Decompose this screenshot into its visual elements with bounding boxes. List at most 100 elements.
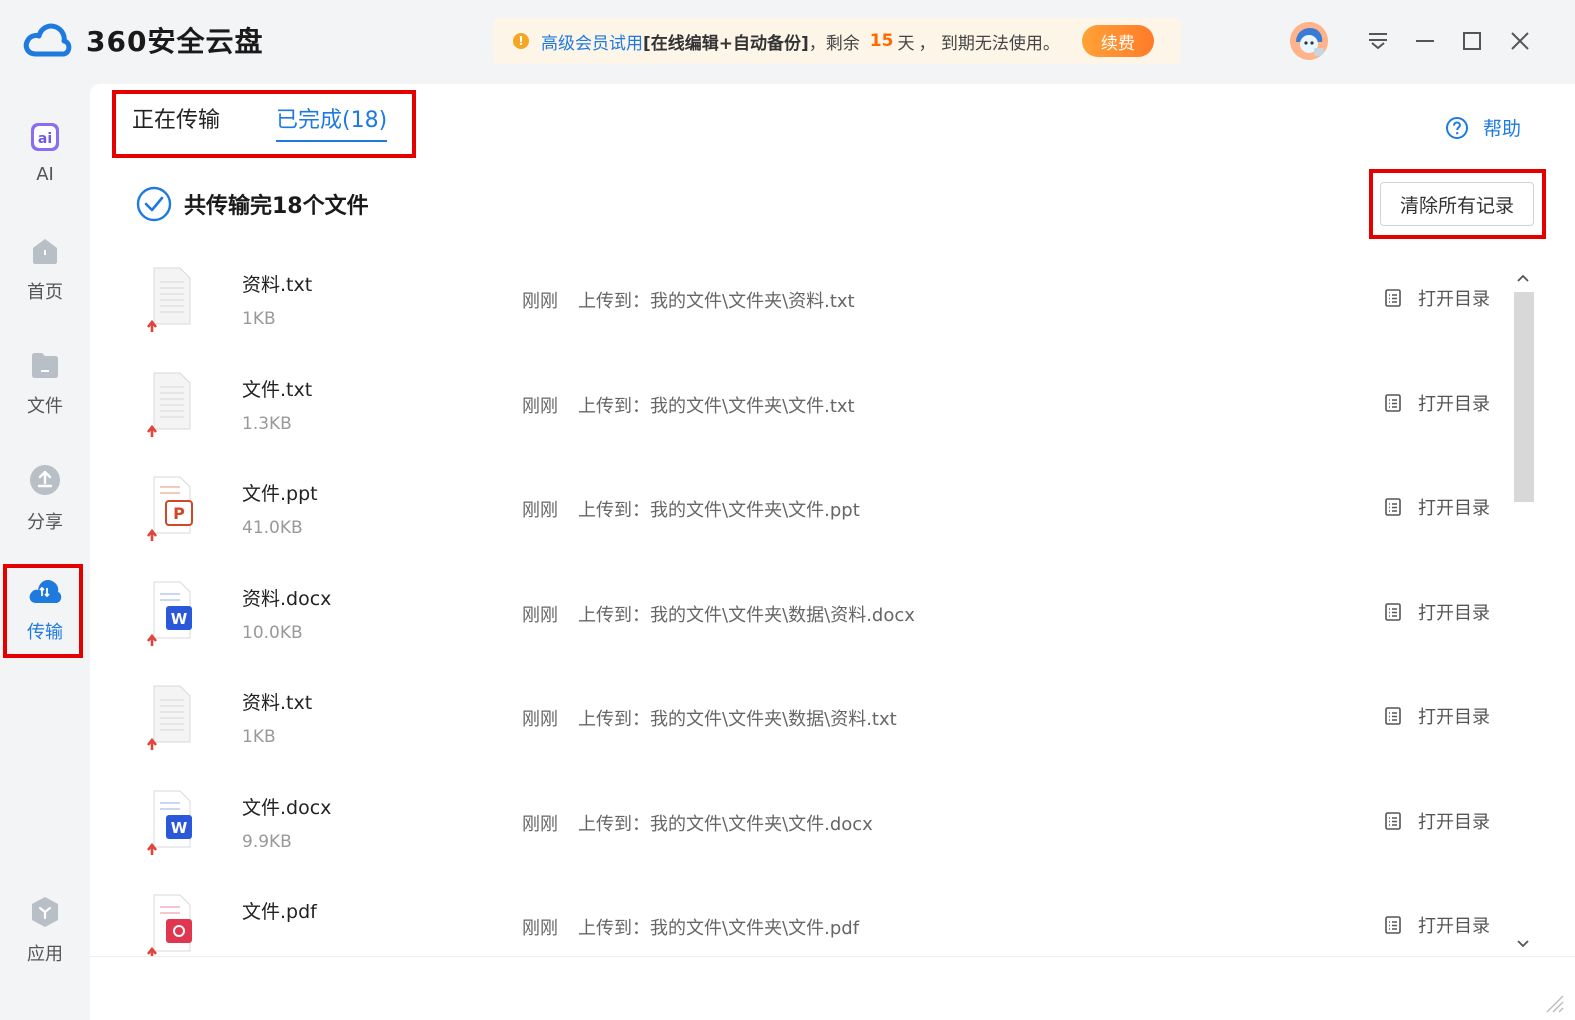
sidebar-item-ai[interactable]: ai AI [0, 122, 90, 185]
upload-destination: 上传到：我的文件\文件夹\文件.docx [578, 813, 873, 835]
transfer-time: 刚刚 [522, 395, 558, 417]
svg-text:W: W [171, 610, 188, 628]
svg-text:P: P [173, 504, 185, 523]
txt-file-icon [146, 684, 196, 754]
file-name: 文件.docx [242, 796, 332, 819]
share-icon [30, 465, 60, 495]
close-icon[interactable] [1507, 28, 1533, 54]
highlight-box-clear [1369, 169, 1546, 239]
home-icon [33, 239, 57, 264]
txt-file-icon [146, 266, 196, 336]
open-directory-icon [1385, 916, 1401, 934]
transfer-time: 刚刚 [522, 813, 558, 835]
renew-button[interactable]: 续费 [1081, 25, 1154, 57]
upload-destination: 上传到：我的文件\文件夹\文件.ppt [578, 500, 860, 521]
bottom-status-area [90, 956, 1575, 1020]
file-size: 10.0KB [242, 622, 303, 643]
resize-grip-icon[interactable] [1543, 992, 1565, 1014]
file-row[interactable]: P 文件.ppt 41.0KB 刚刚 上传到：我的文件\文件夹\文件.ppt 打开目录 [90, 461, 1510, 565]
promo-days-unit: 天 [897, 33, 915, 54]
transfer-time: 刚刚 [522, 604, 558, 626]
open-directory-icon [1385, 602, 1401, 621]
sidebar-label-share: 分享 [27, 512, 63, 533]
avatar[interactable] [1290, 22, 1328, 60]
open-directory-label: 打开目录 [1418, 498, 1490, 519]
folder-icon [32, 353, 58, 378]
promo-days: 15 [869, 31, 894, 51]
file-size: 1KB [242, 309, 276, 329]
open-directory-button[interactable]: 打开目录 [1384, 494, 1490, 520]
open-directory-button[interactable]: 打开目录 [1384, 285, 1490, 311]
open-directory-button[interactable]: 打开目录 [1384, 912, 1490, 938]
file-size: 9.9KB [242, 831, 292, 852]
help-label: 帮助 [1482, 118, 1521, 140]
trial-banner: ! 高级会员试用 [在线编辑+自动备份] ，剩余 15 天 ， 到期无法使用。 … [493, 18, 1181, 64]
file-row[interactable]: 资料.txt 1KB 刚刚 上传到：我的文件\文件夹\数据\资料.txt 打开目录 [90, 670, 1510, 774]
sidebar-label-apps: 应用 [27, 944, 63, 965]
cloud-logo-icon [23, 23, 72, 57]
file-row[interactable]: 文件.txt 1.3KB 刚刚 上传到：我的文件\文件夹\文件.txt 打开目录 [90, 357, 1510, 461]
menu-icon[interactable] [1365, 28, 1391, 54]
word-file-icon: W [146, 580, 196, 650]
file-list: 资料.txt 1KB 刚刚 上传到：我的文件\文件夹\资料.txt 打开目录 文件.txt… [90, 252, 1510, 956]
transfer-time: 刚刚 [522, 709, 558, 730]
scroll-up-icon[interactable] [1510, 268, 1536, 288]
sidebar: ai AI 首页 文件 分享 传输 应用 [0, 84, 90, 1020]
promo-prefix[interactable]: 高级会员试用 [541, 29, 643, 54]
upload-destination: 上传到：我的文件\文件夹\数据\资料.txt [578, 709, 897, 730]
sidebar-item-home[interactable]: 首页 [0, 236, 90, 304]
open-directory-button[interactable]: 打开目录 [1384, 599, 1490, 625]
file-name: 文件.pdf [242, 901, 317, 923]
sidebar-label-home: 首页 [27, 282, 63, 303]
file-row[interactable]: W 资料.docx 10.0KB 刚刚 上传到：我的文件\文件夹\数据\资料.docx 打… [90, 566, 1510, 670]
check-circle-icon [136, 186, 172, 222]
file-row[interactable]: 资料.txt 1KB 刚刚 上传到：我的文件\文件夹\资料.txt 打开目录 [90, 252, 1510, 356]
open-directory-button[interactable]: 打开目录 [1384, 390, 1490, 416]
file-name: 文件.ppt [242, 483, 318, 505]
scroll-down-icon[interactable] [1510, 934, 1536, 954]
apps-icon [32, 897, 58, 927]
open-directory-label: 打开目录 [1418, 916, 1490, 937]
scrollbar[interactable] [1510, 264, 1536, 956]
help-link[interactable]: 帮助 [1445, 114, 1521, 141]
pdf-file-icon [146, 893, 196, 956]
file-row[interactable]: W 文件.docx 9.9KB 刚刚 上传到：我的文件\文件夹\文件.docx 打开目录 [90, 775, 1510, 879]
ai-icon: ai [31, 123, 59, 151]
sidebar-item-share[interactable]: 分享 [0, 464, 90, 534]
app-title: 360安全云盘 [86, 25, 264, 58]
file-name: 资料.txt [242, 692, 313, 714]
help-icon [1445, 116, 1468, 139]
open-directory-label: 打开目录 [1418, 289, 1490, 310]
file-name: 资料.txt [242, 274, 313, 296]
sidebar-item-files[interactable]: 文件 [0, 350, 90, 418]
file-name: 文件.txt [242, 378, 313, 401]
open-directory-button[interactable]: 打开目录 [1384, 703, 1490, 729]
promo-suffix: ， 到期无法使用。 [918, 33, 1060, 54]
file-row[interactable]: 文件.pdf 刚刚 上传到：我的文件\文件夹\文件.pdf 打开目录 [90, 879, 1510, 956]
sidebar-item-apps[interactable]: 应用 [0, 896, 90, 966]
promo-remaining: ，剩余 [808, 33, 860, 54]
open-directory-icon [1385, 811, 1401, 830]
scroll-thumb[interactable] [1514, 292, 1534, 502]
txt-file-icon [146, 371, 196, 441]
transfer-time: 刚刚 [522, 500, 558, 521]
upload-destination: 上传到：我的文件\文件夹\数据\资料.docx [578, 604, 915, 626]
maximize-icon[interactable] [1459, 28, 1485, 54]
open-directory-icon [1385, 498, 1401, 516]
svg-text:W: W [171, 819, 188, 837]
file-name: 资料.docx [242, 587, 332, 610]
open-directory-button[interactable]: 打开目录 [1384, 808, 1490, 834]
transfer-time: 刚刚 [522, 918, 558, 939]
ppt-file-icon: P [146, 475, 196, 545]
transfer-summary: 共传输完18个文件 [136, 186, 369, 222]
open-directory-label: 打开目录 [1418, 393, 1490, 415]
title-bar: 360安全云盘 ! 高级会员试用 [在线编辑+自动备份] ，剩余 15 天 ， … [0, 0, 1575, 84]
main-panel: 正在传输 已完成(18) 帮助 共传输完18个文件 清除所有记录 资料.txt 1… [90, 84, 1575, 1020]
upload-destination: 上传到：我的文件\文件夹\文件.txt [578, 395, 855, 417]
word-file-icon: W [146, 789, 196, 859]
svg-text:ai: ai [38, 131, 52, 147]
highlight-box-tabs [112, 90, 416, 158]
minimize-icon[interactable] [1412, 28, 1438, 54]
upload-destination: 上传到：我的文件\文件夹\文件.pdf [578, 918, 860, 939]
open-directory-icon [1385, 289, 1401, 307]
